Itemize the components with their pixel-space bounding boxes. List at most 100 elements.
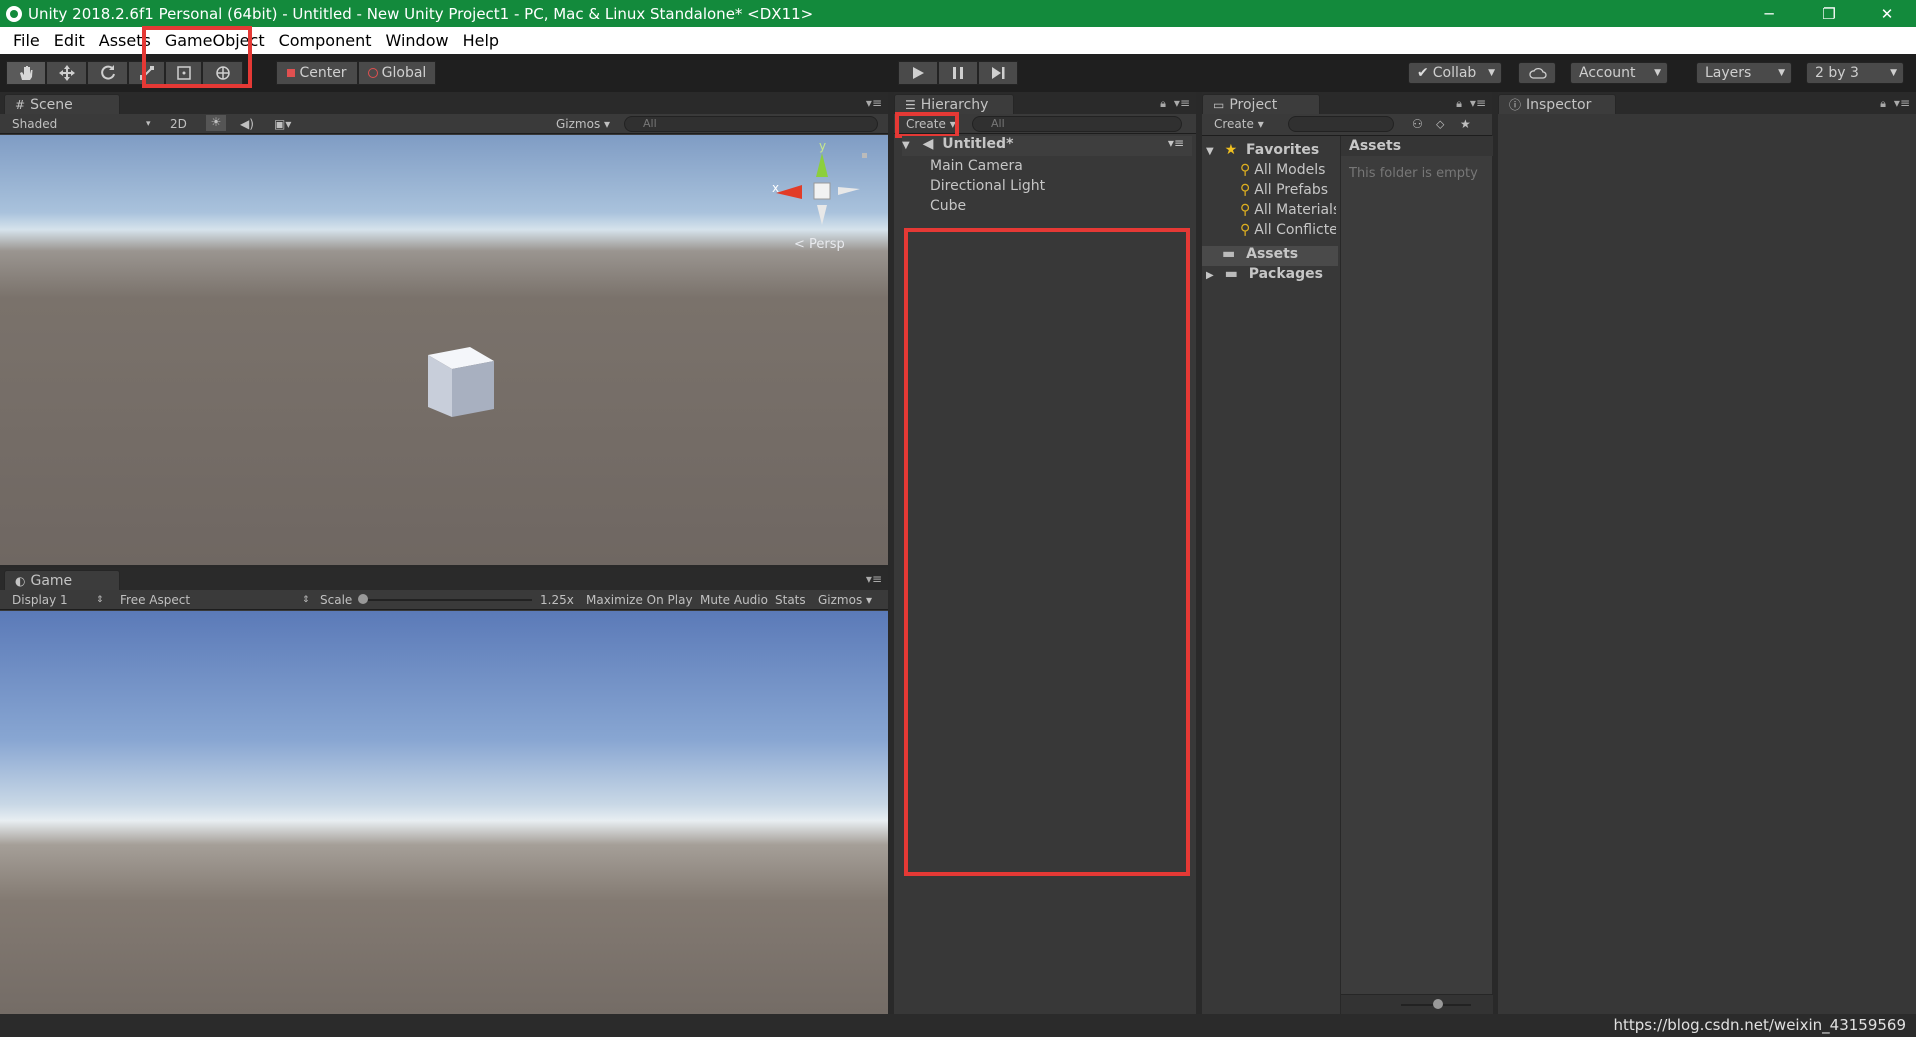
orientation-gizmo[interactable] [770, 143, 870, 243]
expand-arrow-icon[interactable]: ▼ [1206, 146, 1214, 157]
chevron-down-icon: ▼ [1778, 68, 1785, 78]
step-button[interactable] [978, 61, 1018, 85]
title-bar: Unity 2018.2.6f1 Personal (64bit) - Unti… [0, 0, 1916, 27]
panel-menu-icon[interactable]: ▾≡ [1470, 96, 1486, 110]
panel-menu-icon[interactable]: ▾≡ [1174, 96, 1190, 110]
minimize-button[interactable]: ─ [1740, 0, 1798, 27]
zoom-slider-handle[interactable] [1433, 999, 1443, 1009]
unity-logo-icon [6, 5, 22, 22]
globe-icon [367, 68, 378, 78]
cloud-button[interactable] [1518, 62, 1556, 84]
aspect-dropdown[interactable]: Free Aspect [120, 593, 190, 607]
rotate-tool-icon[interactable] [87, 61, 128, 85]
expand-arrow-icon[interactable]: ▼ [902, 140, 910, 151]
tab-game[interactable]: ◐ Game [4, 570, 120, 590]
scene-viewport[interactable]: y x < Persp [0, 135, 888, 565]
panel-menu-icon[interactable]: ▾≡ [1894, 96, 1910, 110]
effects-toggle-icon[interactable]: ▣▾ [274, 117, 291, 131]
hierarchy-item-main-camera[interactable]: Main Camera [930, 158, 1023, 174]
global-space-button[interactable]: Global [358, 61, 436, 85]
lock-icon[interactable]: 🔒︎ [1880, 97, 1886, 111]
game-viewport[interactable] [0, 611, 888, 1014]
status-bar: https://blog.csdn.net/weixin_43159569 [0, 1014, 1916, 1037]
hierarchy-item-directional-light[interactable]: Directional Light [930, 178, 1045, 194]
empty-folder-message: This folder is empty [1349, 166, 1478, 181]
layout-dropdown[interactable]: 2 by 3 ▼ [1806, 62, 1904, 84]
main-toolbar: Center Global ✔ Collab ▼ Account ▼ Layer… [0, 26, 1916, 92]
search-icon: ⚲ [1240, 222, 1251, 238]
gizmos-toggle[interactable]: Gizmos ▾ [818, 593, 872, 607]
pivot-center-button[interactable]: Center [276, 61, 358, 85]
gizmos-dropdown[interactable]: Gizmos ▾ [556, 117, 610, 131]
favorite-all-materials[interactable]: ⚲ All Materials [1240, 202, 1336, 218]
scene-toolbar: Shaded ▾ 2D ☀ ◀) ▣▾ Gizmos ▾ All [0, 114, 888, 134]
panel-menu-icon[interactable]: ▾≡ [866, 572, 882, 586]
expand-arrow-icon[interactable]: ▶ [1206, 270, 1214, 281]
lock-icon[interactable]: 🔒︎ [1160, 97, 1166, 111]
hand-tool-icon[interactable] [6, 61, 46, 85]
toggle-2d-button[interactable]: 2D [170, 117, 187, 131]
mute-audio-toggle[interactable]: Mute Audio [700, 593, 768, 607]
tab-scene[interactable]: # Scene [4, 94, 120, 114]
tab-inspector[interactable]: ⓘ Inspector [1498, 94, 1616, 114]
search-icon: ⚲ [1240, 182, 1251, 198]
shading-dropdown[interactable]: Shaded [12, 117, 57, 131]
filter-type-icon[interactable]: ⚇ [1412, 117, 1423, 131]
play-button[interactable] [898, 61, 938, 85]
game-panel: ◐ Game ▾≡ Display 1 ⇕ Free Aspect ⇕ Scal… [0, 568, 888, 1014]
scale-slider-handle[interactable] [358, 594, 368, 604]
favorite-all-models[interactable]: ⚲ All Models [1240, 162, 1336, 178]
scene-menu-icon[interactable]: ▾≡ [1168, 136, 1184, 150]
scene-root-row[interactable]: ▼ ◀ Untitled* ▾≡ [902, 136, 1192, 156]
lighting-toggle-icon[interactable]: ☀ [206, 115, 226, 131]
favorites-row[interactable]: ▼ ★ Favorites [1206, 142, 1319, 158]
gameobject-highlight-box [142, 26, 252, 88]
packages-folder-row[interactable]: ▶ ▬ Packages [1206, 266, 1323, 282]
scene-search-input[interactable]: All [624, 116, 878, 132]
menu-window[interactable]: Window [378, 27, 455, 54]
folder-tab-icon: ▭ [1213, 97, 1225, 112]
pause-button[interactable] [938, 61, 978, 85]
scale-slider-track[interactable] [362, 599, 532, 601]
assets-folder-row[interactable]: ▬ Assets [1202, 246, 1338, 266]
lock-icon[interactable]: 🔒︎ [1456, 97, 1462, 111]
scale-value: 1.25x [540, 593, 574, 607]
restore-button[interactable]: ❐ [1800, 0, 1858, 27]
account-dropdown[interactable]: Account ▼ [1570, 62, 1668, 84]
move-tool-icon[interactable] [46, 61, 87, 85]
chevron-down-icon: ▼ [1890, 68, 1897, 78]
menu-component[interactable]: Component [272, 27, 379, 54]
favorite-all-prefabs[interactable]: ⚲ All Prefabs [1240, 182, 1336, 198]
hierarchy-item-cube[interactable]: Cube [930, 198, 966, 214]
projection-toggle[interactable]: < Persp [794, 237, 845, 252]
favorite-all-conflicted[interactable]: ⚲ All Conflicte [1240, 222, 1336, 238]
menu-help[interactable]: Help [456, 27, 506, 54]
display-dropdown[interactable]: Display 1 [12, 593, 68, 607]
maximize-on-play-toggle[interactable]: Maximize On Play [586, 593, 693, 607]
chevron-down-icon: ▾ [146, 119, 151, 129]
menu-edit[interactable]: Edit [47, 27, 92, 54]
audio-toggle-icon[interactable]: ◀) [240, 117, 254, 131]
search-icon: ⚲ [1240, 202, 1251, 218]
collab-dropdown[interactable]: ✔ Collab ▼ [1408, 62, 1502, 84]
playback-controls [898, 61, 1018, 85]
close-button[interactable]: ✕ [1858, 0, 1916, 27]
tab-hierarchy[interactable]: ☰ Hierarchy [894, 94, 1014, 114]
filter-label-icon[interactable]: ⬦ [1436, 117, 1444, 132]
check-icon: ✔ [1417, 65, 1429, 81]
content-breadcrumb[interactable]: Assets [1341, 136, 1493, 156]
star-icon: ★ [1224, 142, 1238, 158]
menu-file[interactable]: File [6, 27, 47, 54]
panel-menu-icon[interactable]: ▾≡ [866, 96, 882, 110]
project-create-button[interactable]: Create ▾ [1214, 117, 1264, 131]
hierarchy-search-input[interactable]: All [972, 116, 1182, 132]
cube-object[interactable] [426, 343, 496, 419]
project-toolbar: Create ▾ ⚇ ⬦ ★ [1202, 114, 1492, 136]
list-icon: ☰ [905, 97, 916, 112]
project-search-input[interactable] [1288, 116, 1394, 132]
stats-toggle[interactable]: Stats [775, 593, 806, 607]
tab-project[interactable]: ▭ Project [1202, 94, 1320, 114]
favorite-star-icon[interactable]: ★ [1460, 117, 1471, 131]
layers-dropdown[interactable]: Layers ▼ [1696, 62, 1792, 84]
grid-icon: # [15, 97, 26, 112]
